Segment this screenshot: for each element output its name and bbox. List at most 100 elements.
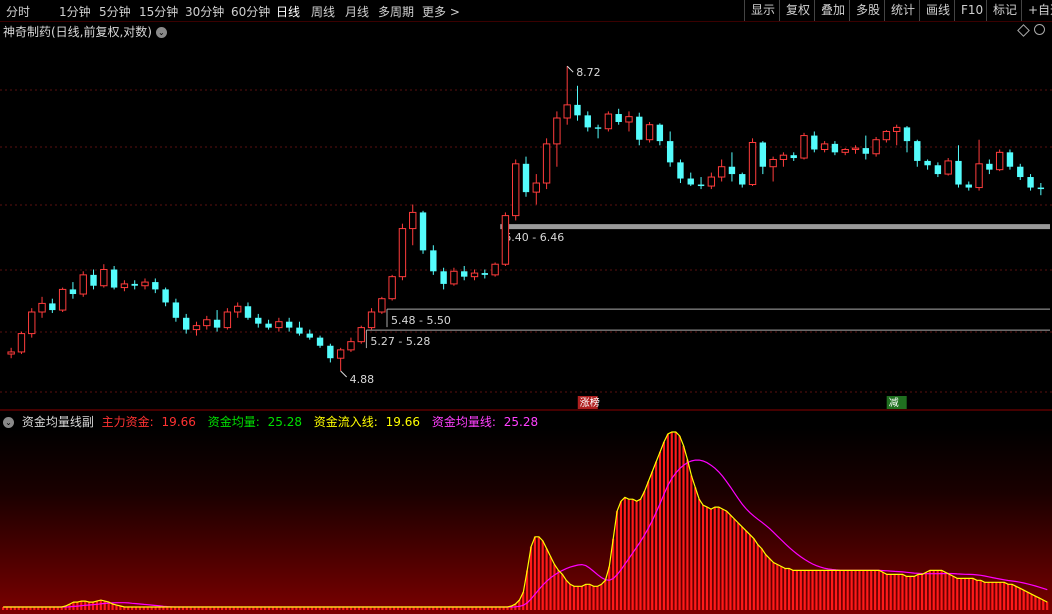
candle-body-down (1017, 166, 1024, 178)
sub-bar (940, 570, 943, 610)
sub-bar (788, 568, 791, 610)
candle-body-up (532, 182, 540, 193)
candle-body-down (419, 212, 427, 251)
sub-bar (701, 505, 705, 610)
candle-body-down (1037, 187, 1045, 190)
candle-body-up (820, 143, 829, 151)
sub-bar (1030, 594, 1033, 610)
sub-bar (709, 509, 712, 610)
sub-bar (897, 574, 900, 610)
candle-body-up (841, 149, 849, 153)
sub-bar (850, 570, 853, 610)
sub-bar (1010, 584, 1014, 610)
sub-bar (948, 574, 951, 610)
sub-bar (545, 548, 548, 610)
sub-bar (1003, 582, 1006, 610)
tag-jian: 减 (889, 397, 899, 409)
sub-bar (549, 556, 552, 610)
candle-body-down (914, 141, 921, 161)
candle-body-up (192, 325, 201, 331)
candle-body-down (697, 184, 705, 187)
candle-body-up (512, 163, 520, 217)
sub-bar (557, 570, 560, 610)
candle-body-up (893, 126, 901, 132)
support-zones: 6.40 - 6.46 5.48 - 5.50 5.27 - 5.28 (365, 224, 1050, 349)
sub-bar (639, 499, 642, 610)
candle-body-down (955, 160, 962, 185)
candle-body-up (203, 319, 211, 327)
candle-body-up (645, 124, 654, 141)
zone-527-label: 5.27 - 5.28 (370, 335, 430, 348)
candle-body-up (398, 228, 407, 278)
sub-bar (623, 497, 626, 610)
sub-bar (979, 580, 982, 610)
sub-bar (877, 570, 881, 610)
sub-bar (694, 487, 697, 610)
sub-bar (88, 602, 91, 610)
candle-body-down (69, 289, 77, 295)
candle-body-up (491, 263, 499, 276)
candle-body-down (316, 337, 324, 346)
sub-bar (901, 574, 904, 610)
sub-bar (924, 572, 928, 610)
sub-bar (553, 564, 556, 610)
sub-bar (854, 570, 857, 610)
candle-body-down (677, 162, 684, 179)
tag-zhangbang: 涨榜 (580, 396, 600, 409)
sub-bar (764, 554, 767, 610)
high-pointer (566, 65, 574, 73)
candle-body-down (574, 104, 581, 116)
candle-body-up (388, 276, 396, 300)
candle-body-up (120, 283, 129, 289)
candle-body-up (223, 311, 232, 329)
legend-avg-volume: 资金均量: 25.28 (207, 415, 302, 429)
candle-body-up (553, 117, 561, 145)
sub-bar (627, 499, 630, 610)
sub-bar (756, 544, 759, 610)
sub-bar (1038, 598, 1041, 610)
candle-body-up (851, 147, 860, 151)
candles (7, 66, 1045, 371)
candle-body-down (636, 116, 643, 140)
sub-bar (537, 536, 540, 610)
sub-bar (823, 570, 826, 610)
sub-bar (1022, 590, 1025, 610)
candle-body-down (172, 302, 180, 318)
sub-bar (893, 574, 896, 610)
candle-body-down (790, 155, 797, 159)
candle-body-down (430, 250, 437, 272)
candle-body-up (58, 288, 67, 311)
candle-body-up (542, 143, 551, 184)
sub-bar (905, 576, 908, 610)
sub-bar (541, 540, 544, 610)
sub-bar (651, 471, 654, 610)
candle-body-up (800, 135, 808, 159)
sub-bar (658, 451, 662, 610)
candle-body-up (17, 333, 26, 353)
candle-body-down (296, 327, 303, 334)
sub-bar (647, 481, 650, 610)
sub-bar (744, 530, 748, 610)
candle-body-up (779, 154, 788, 160)
candle-body-down (327, 345, 334, 359)
sub-bar (596, 586, 599, 610)
candle-body-down (728, 166, 736, 175)
candle-body-up (336, 349, 345, 359)
sub-bar (670, 431, 673, 610)
sub-bar (917, 574, 920, 610)
sub-bar (565, 580, 568, 610)
sub-bar (588, 584, 591, 610)
sub-bar (705, 507, 709, 610)
candle-body-up (7, 351, 15, 355)
sub-bar (662, 441, 666, 610)
sub-bar (944, 572, 947, 610)
sub-bar (580, 586, 583, 610)
sub-bar (768, 558, 771, 610)
candle-body-up (409, 211, 417, 230)
sub-bar (1006, 584, 1010, 610)
candle-body-down (924, 160, 931, 166)
low-label: 4.88 (350, 373, 375, 386)
sub-bar (1026, 592, 1029, 610)
chevron-down-icon[interactable]: ⌄ (3, 417, 14, 428)
candle-body-down (522, 163, 530, 193)
